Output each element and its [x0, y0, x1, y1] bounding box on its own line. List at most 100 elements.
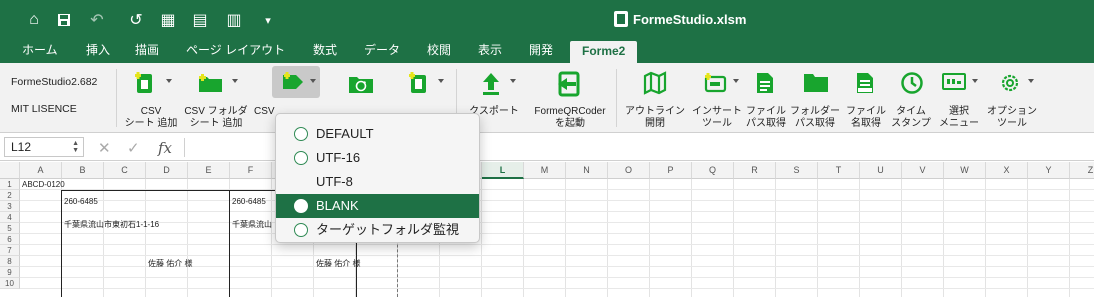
row-header[interactable]: 2	[0, 190, 20, 201]
column-header[interactable]: Z	[1070, 162, 1094, 179]
column-header[interactable]: A	[20, 162, 62, 179]
gridline	[691, 179, 692, 297]
column-header[interactable]: Q	[692, 162, 734, 179]
tab-view[interactable]: 表示	[478, 40, 502, 63]
gridline	[271, 179, 272, 297]
tab-page-layout[interactable]: ページ レイアウト	[186, 40, 285, 63]
button-label: 名取得	[851, 118, 881, 129]
menu-item-utf16[interactable]: UTF-16	[276, 146, 479, 170]
column-header[interactable]: W	[944, 162, 986, 179]
insert-tool-button[interactable]: インサート ツール	[688, 63, 746, 133]
column-header[interactable]: F	[230, 162, 272, 179]
gridline	[1027, 179, 1028, 297]
menu-item-default[interactable]: DEFAULT	[276, 122, 479, 146]
encoding-dropdown-menu: DEFAULT UTF-16 UTF-8 BLANK ターゲットフォルダ監視	[275, 113, 480, 243]
file-name-button[interactable]: ファイル 名取得	[843, 63, 889, 133]
row-header[interactable]: 1	[0, 179, 20, 190]
menu-item-label: UTF-16	[316, 150, 361, 165]
column-header[interactable]: M	[524, 162, 566, 179]
button-label: パス取得	[795, 118, 835, 129]
tab-formulas[interactable]: 数式	[313, 40, 337, 63]
row-header[interactable]: 6	[0, 234, 20, 245]
tab-forme2[interactable]: Forme2	[570, 41, 638, 63]
column-header[interactable]: L	[482, 162, 524, 179]
select-all-corner[interactable]	[0, 162, 20, 179]
save-icon[interactable]	[54, 10, 74, 30]
menu-item-utf8[interactable]: UTF-8	[276, 170, 479, 194]
tab-draw[interactable]: 描画	[135, 40, 159, 63]
column-header[interactable]: P	[650, 162, 692, 179]
column-header[interactable]: V	[902, 162, 944, 179]
undo-icon[interactable]: ↶	[86, 10, 108, 30]
option-tool-button[interactable]: オプション ツール	[984, 63, 1040, 133]
column-header[interactable]: B	[62, 162, 104, 179]
home-icon[interactable]: ⌂	[24, 10, 44, 30]
forme-qr-button[interactable]: FormeQRCoder を起動	[529, 63, 611, 133]
tab-data[interactable]: データ	[364, 40, 400, 63]
gridline	[20, 288, 1094, 289]
cell-f3[interactable]: 260-6485	[232, 197, 266, 206]
file-path-button[interactable]: ファイル パス取得	[744, 63, 788, 133]
calculator-icon[interactable]: ▦	[158, 10, 178, 30]
title-bar: ⌂ ↶ ↺ ▦ ▤ ▥ ▾ FormeStudio.xlsm	[0, 0, 1094, 40]
button-label: 開閉	[645, 118, 665, 129]
column-header[interactable]: O	[608, 162, 650, 179]
tab-insert[interactable]: 挿入	[86, 40, 110, 63]
csv-folder-sheet-add-button[interactable]: CSV フォルダ シート 追加	[180, 63, 252, 133]
select-menu-button[interactable]: 選択 メニュー	[934, 63, 984, 133]
radio-icon	[294, 127, 308, 141]
tab-review[interactable]: 校閲	[427, 40, 451, 63]
cell-a1[interactable]: ABCD-0120	[22, 180, 65, 189]
button-label: パス取得	[746, 118, 786, 129]
chevron-down-icon	[438, 79, 444, 83]
radio-icon	[294, 151, 308, 165]
form-icon[interactable]: ▤	[190, 10, 210, 30]
cell-f5[interactable]: 千葉県流山	[232, 219, 272, 230]
gridline	[103, 179, 104, 297]
column-header[interactable]: R	[734, 162, 776, 179]
column-header[interactable]: N	[566, 162, 608, 179]
menu-item-blank[interactable]: BLANK	[276, 194, 479, 218]
csv-sheet-add-button[interactable]: CSV シート 追加	[120, 63, 182, 133]
row-header[interactable]: 4	[0, 212, 20, 223]
tab-developer[interactable]: 開発	[529, 40, 553, 63]
stepper-icon[interactable]: ▲ ▼	[72, 140, 79, 154]
divider	[184, 138, 185, 157]
column-header[interactable]: E	[188, 162, 230, 179]
folder-refresh-icon	[349, 77, 373, 93]
row-header[interactable]: 7	[0, 245, 20, 256]
cancel-icon[interactable]: ✕	[98, 139, 111, 157]
menu-item-target-folder-watch[interactable]: ターゲットフォルダ監視	[276, 218, 479, 242]
button-label: スタンプ	[891, 118, 931, 129]
column-header[interactable]: U	[860, 162, 902, 179]
column-header[interactable]: S	[776, 162, 818, 179]
redo-icon[interactable]: ↺	[126, 10, 146, 30]
chevron-down-icon	[1028, 79, 1034, 83]
outline-button[interactable]: アウトライン 開閉	[622, 63, 688, 133]
cell-b5[interactable]: 千葉県流山市東初石1-1-16	[64, 219, 159, 230]
cell-d8[interactable]: 佐藤 佑介 様	[148, 258, 192, 269]
column-header[interactable]: C	[104, 162, 146, 179]
folder-path-button[interactable]: フォルダー パス取得	[790, 63, 840, 133]
spreadsheet-grid[interactable]: ABCDEFGHIJKLMNOPQRSTUVWXYZ12345678910ABC…	[0, 162, 1094, 297]
row-header[interactable]: 9	[0, 267, 20, 278]
row-header[interactable]: 10	[0, 278, 20, 289]
column-header[interactable]: X	[986, 162, 1028, 179]
cell-h8[interactable]: 佐藤 佑介 様	[316, 258, 360, 269]
confirm-icon[interactable]: ✓	[127, 139, 140, 157]
timestamp-button[interactable]: タイム スタンプ	[888, 63, 934, 133]
function-icon[interactable]: fx	[158, 139, 172, 157]
column-header[interactable]: Y	[1028, 162, 1070, 179]
row-header[interactable]: 3	[0, 201, 20, 212]
file-name-icon	[857, 73, 873, 93]
row-header[interactable]: 8	[0, 256, 20, 267]
column-header[interactable]: T	[818, 162, 860, 179]
name-box[interactable]: L12 ▲ ▼	[4, 137, 84, 157]
customize-icon[interactable]: ▾	[262, 10, 274, 30]
cell-b3[interactable]: 260-6485	[64, 197, 98, 206]
column-header[interactable]: D	[146, 162, 188, 179]
cell-border	[229, 190, 230, 297]
table-icon[interactable]: ▥	[222, 10, 246, 30]
row-header[interactable]: 5	[0, 223, 20, 234]
tab-home[interactable]: ホーム	[22, 40, 58, 63]
